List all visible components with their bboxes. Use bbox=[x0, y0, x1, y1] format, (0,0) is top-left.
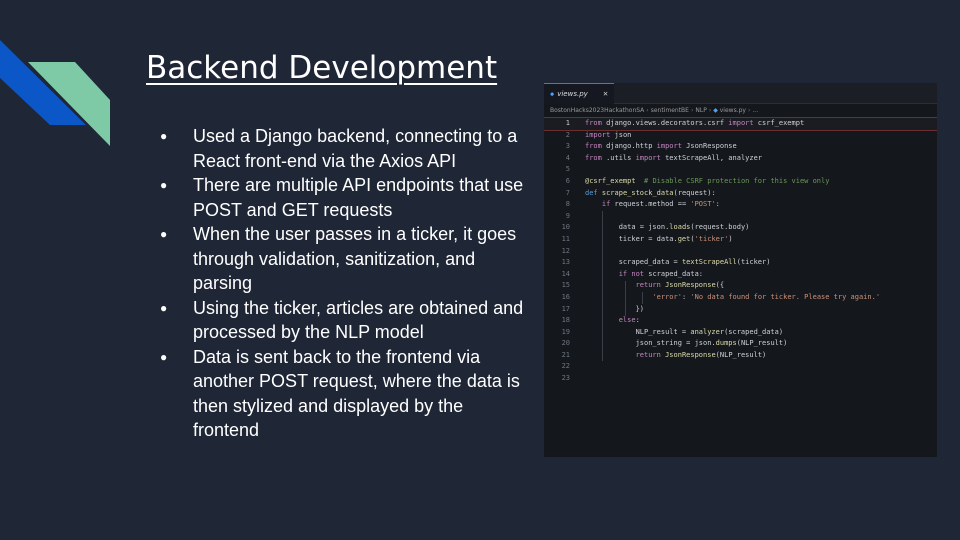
breadcrumb-item[interactable]: sentimentBE bbox=[651, 107, 689, 114]
code-line: 2 import json bbox=[565, 130, 632, 139]
code-editor-screenshot: ◆ views.py ✕ BostonHacks2023HackathonSA › s… bbox=[544, 83, 937, 457]
code-line: 1 from django.views.decorators.csrf impor… bbox=[544, 117, 937, 131]
editor-tab-bar: ◆ views.py ✕ bbox=[544, 83, 937, 104]
code-line: 8 if request.method == 'POST': bbox=[565, 200, 720, 209]
indent-guide bbox=[642, 292, 643, 304]
bullet-item: Used a Django backend, connecting to a R… bbox=[160, 124, 532, 173]
code-line: 6 @csrf_exempt # Disable CSRF protection … bbox=[565, 176, 830, 185]
bullet-item: Data is sent back to the frontend via an… bbox=[160, 345, 532, 443]
chevron-right-icon: › bbox=[690, 107, 694, 114]
breadcrumb-item[interactable]: BostonHacks2023HackathonSA bbox=[550, 107, 644, 114]
chevron-right-icon: › bbox=[747, 107, 751, 114]
tab-label: views.py bbox=[557, 90, 588, 98]
slide-title: Backend Development bbox=[146, 50, 498, 86]
code-line: 4 from .utils import textScrapeAll, analy… bbox=[565, 153, 763, 162]
code-area[interactable]: 1 from django.views.decorators.csrf impor… bbox=[544, 117, 937, 385]
close-icon[interactable]: ✕ bbox=[603, 84, 608, 104]
bullet-item: Using the ticker, articles are obtained … bbox=[160, 296, 532, 345]
bullet-item: When the user passes in a ticker, it goe… bbox=[160, 222, 532, 296]
code-line: 5 bbox=[565, 165, 570, 174]
breadcrumb-item[interactable]: ... bbox=[752, 107, 758, 114]
indent-guide bbox=[602, 211, 603, 361]
code-line: 3 from django.http import JsonResponse bbox=[565, 142, 737, 151]
chevron-right-icon: › bbox=[708, 107, 712, 114]
bullet-list: Used a Django backend, connecting to a R… bbox=[160, 124, 532, 443]
editor-tab-views-py[interactable]: ◆ views.py ✕ bbox=[544, 83, 614, 104]
breadcrumb-item[interactable]: NLP bbox=[695, 107, 706, 114]
decorative-shapes bbox=[0, 40, 110, 146]
code-line: 23 bbox=[561, 374, 570, 383]
indent-guide bbox=[625, 281, 626, 316]
breadcrumb: BostonHacks2023HackathonSA › sentimentBE › N… bbox=[544, 104, 937, 118]
bullet-item: There are multiple API endpoints that us… bbox=[160, 173, 532, 222]
slide: Backend Development Used a Django backen… bbox=[0, 0, 960, 540]
breadcrumb-item[interactable]: views.py bbox=[720, 107, 746, 114]
code-line: 22 bbox=[561, 362, 570, 371]
chevron-right-icon: › bbox=[646, 107, 649, 114]
python-file-icon: ◆ bbox=[550, 90, 555, 98]
code-line: 7 def scrape_stock_data(request): bbox=[565, 188, 716, 197]
